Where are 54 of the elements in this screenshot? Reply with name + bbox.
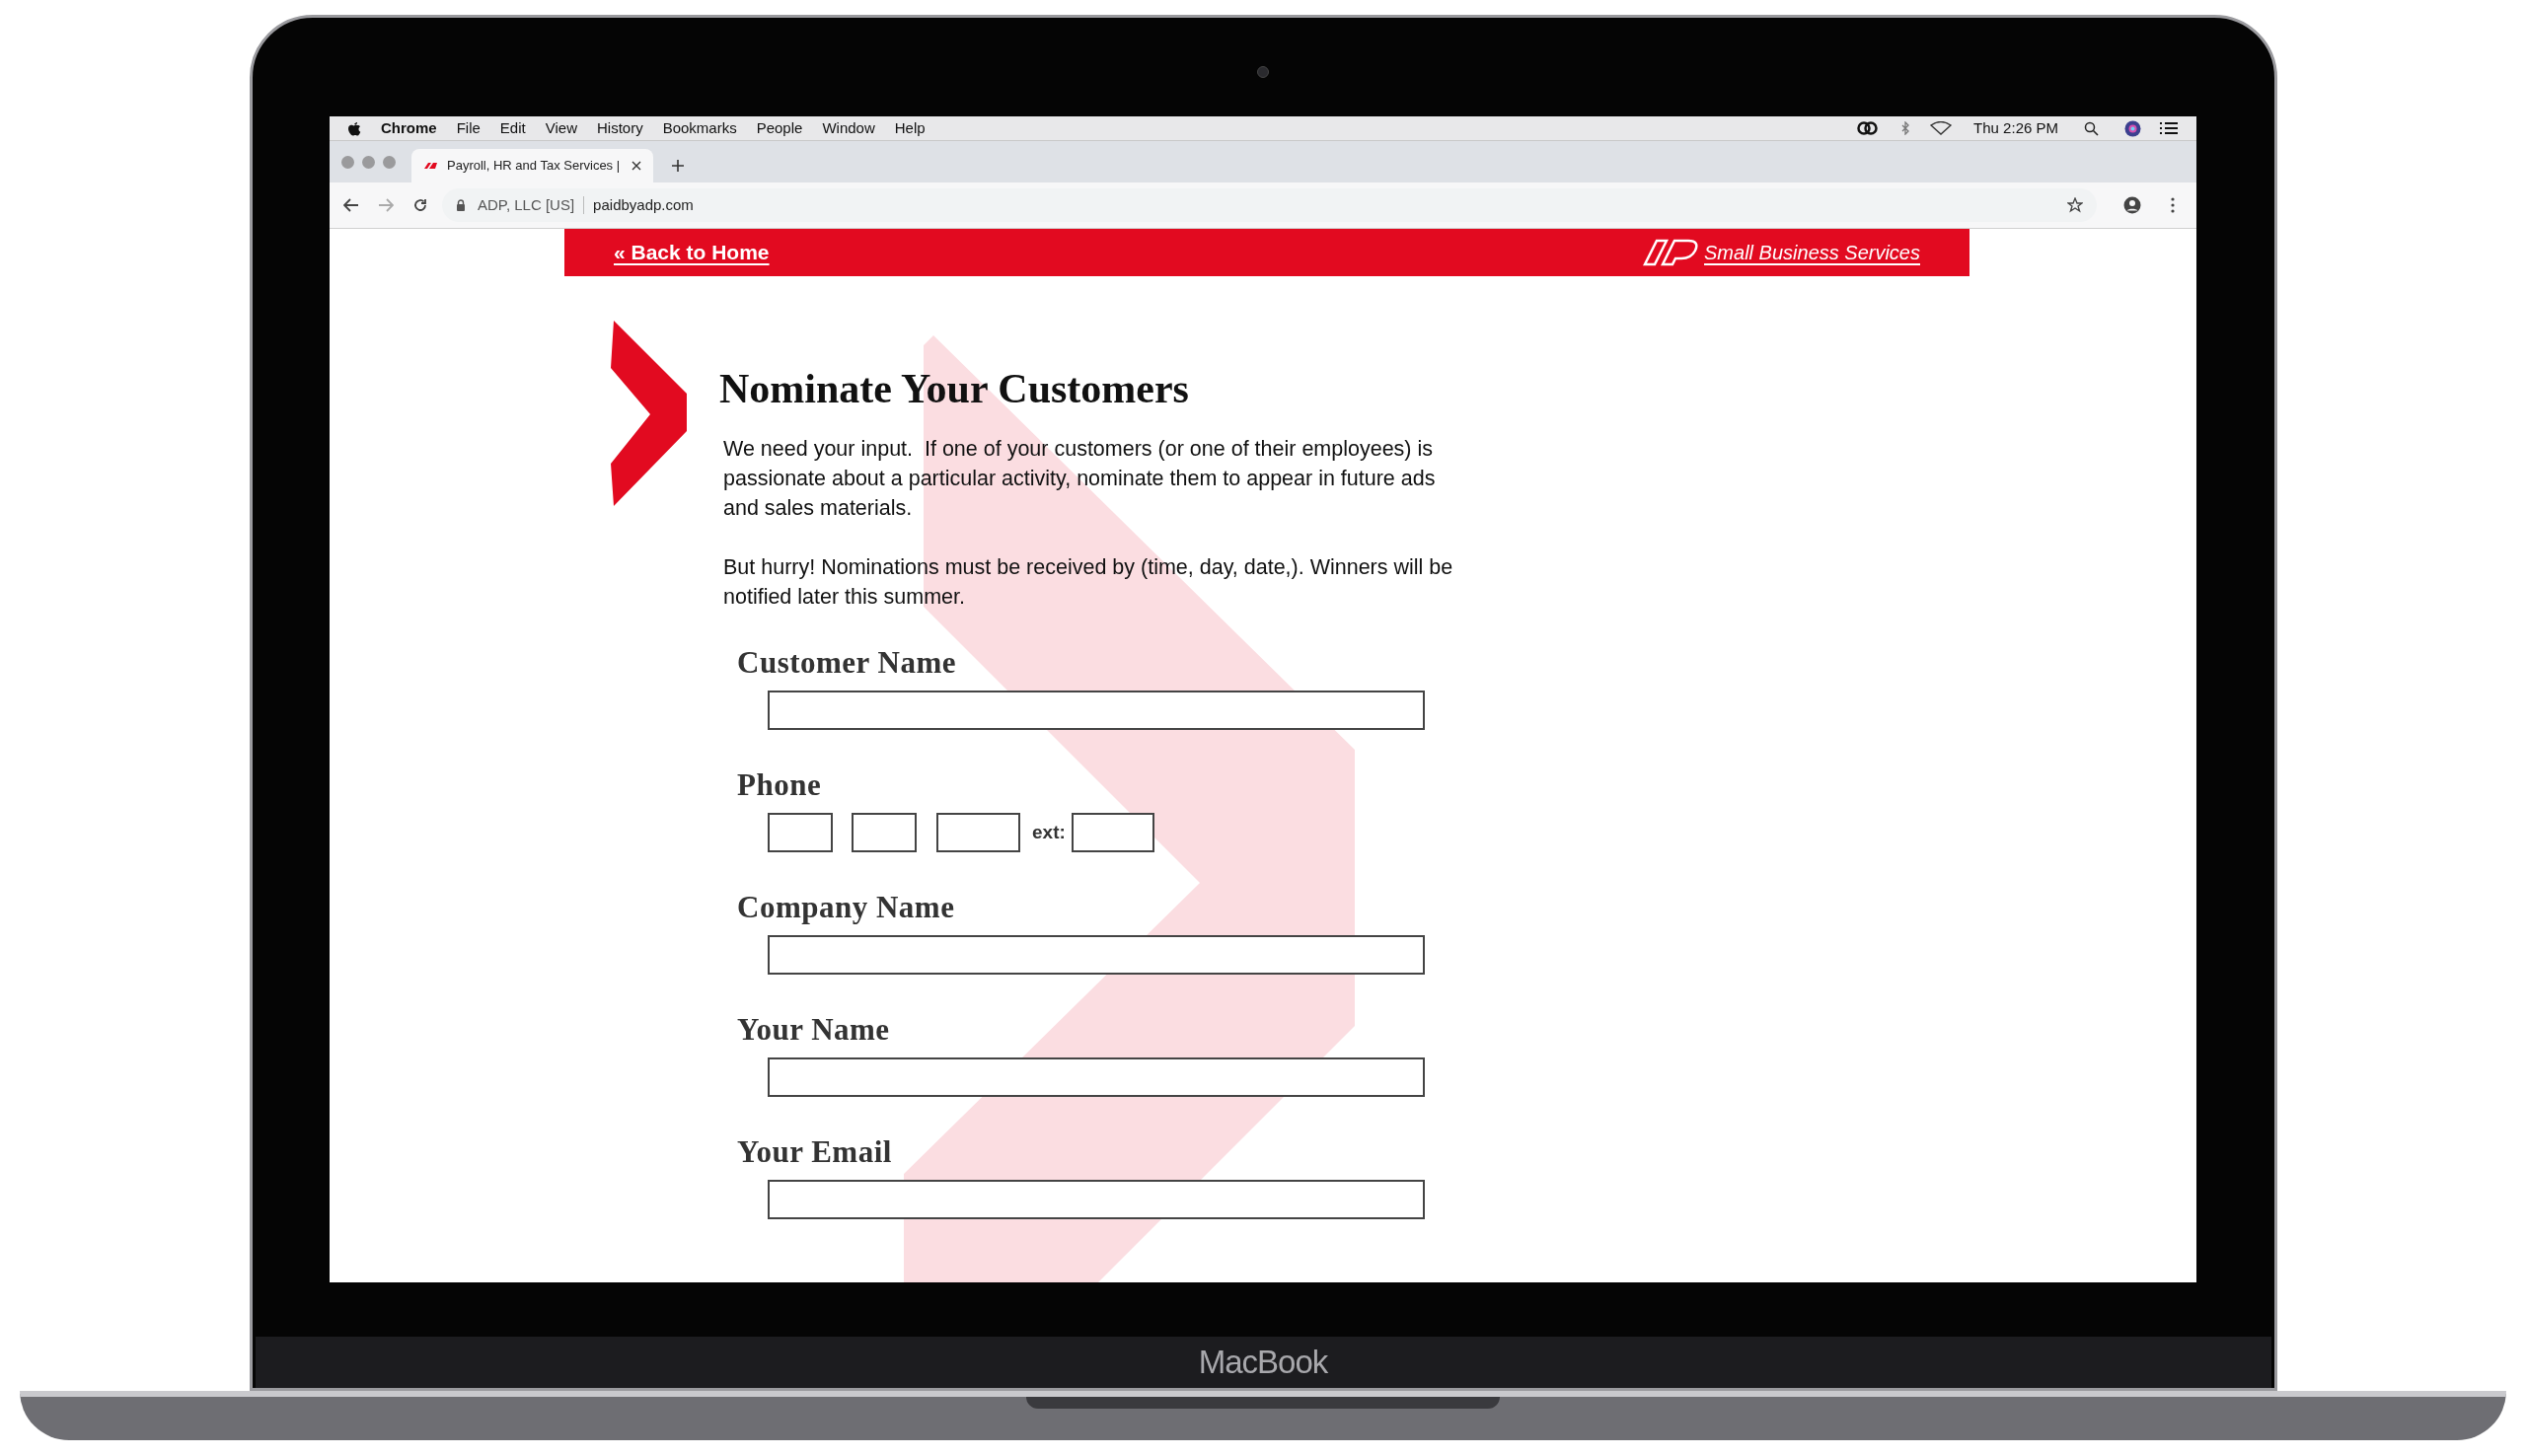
- ext-label: ext:: [1032, 820, 1066, 844]
- text-input-field[interactable]: [768, 1057, 1425, 1097]
- field-label: Phone: [737, 767, 822, 803]
- phone-prefix-field[interactable]: [852, 813, 917, 852]
- new-tab-icon[interactable]: [671, 159, 685, 173]
- device-label: MacBook: [1198, 1343, 1328, 1383]
- menu-item[interactable]: Help: [894, 116, 926, 140]
- cloud-icon[interactable]: [1857, 121, 1880, 135]
- text-input-field[interactable]: [768, 691, 1425, 730]
- menu-item[interactable]: History: [596, 116, 643, 140]
- bluetooth-icon[interactable]: [1900, 121, 1911, 135]
- wifi-icon[interactable]: [1930, 121, 1953, 135]
- menu-item[interactable]: Edit: [499, 116, 526, 140]
- field-label: Your Name: [737, 1012, 890, 1048]
- adp-logo-icon: [423, 162, 439, 170]
- text-input-field[interactable]: [768, 935, 1425, 975]
- extension-field[interactable]: [1071, 813, 1154, 852]
- apple-icon[interactable]: [347, 120, 361, 136]
- menu-clock[interactable]: Thu 2:26 PM: [1973, 116, 2058, 140]
- back-to-home-link[interactable]: « Back to Home: [614, 237, 770, 268]
- menu-item[interactable]: Bookmarks: [662, 116, 737, 140]
- account-icon[interactable]: [2123, 196, 2141, 214]
- phone-line-field[interactable]: [936, 813, 1020, 852]
- lock-icon: [456, 199, 466, 211]
- text-input-field[interactable]: [768, 1180, 1425, 1219]
- menu-item[interactable]: File: [456, 116, 481, 140]
- browser-tab[interactable]: Payroll, HR and Tax Services |: [411, 149, 653, 182]
- menu-item[interactable]: People: [756, 116, 803, 140]
- site-identity: ADP, LLC [US]: [478, 194, 575, 215]
- menu-icon[interactable]: [2171, 197, 2175, 213]
- intro-paragraph: We need your input. If one of your customers (or one of their employees) is passionate about a particular activity, nominate them to appear in future ads and sales materials.: [723, 436, 1437, 522]
- menu-item[interactable]: View: [545, 116, 577, 140]
- camera-icon: [1257, 66, 1269, 78]
- menu-app-name[interactable]: Chrome: [381, 116, 437, 140]
- assistant-icon[interactable]: [2124, 119, 2141, 137]
- adp-logo-icon: [1643, 239, 1701, 266]
- star-icon[interactable]: [2067, 197, 2083, 213]
- reload-icon[interactable]: [412, 197, 428, 213]
- close-tab-icon[interactable]: [632, 161, 641, 171]
- page-title: Nominate Your Customers: [719, 365, 1190, 412]
- back-icon[interactable]: [343, 198, 359, 212]
- tab-title: Payroll, HR and Tax Services |: [447, 157, 621, 176]
- chevron-icon: [611, 321, 688, 506]
- url-text: paidbyadp.com: [593, 194, 694, 215]
- field-label: Customer Name: [737, 645, 957, 681]
- brand-name: Small Business Services: [1704, 241, 1920, 265]
- menu-item[interactable]: Window: [822, 116, 875, 140]
- area-code-field[interactable]: [768, 813, 833, 852]
- list-icon[interactable]: [2159, 121, 2179, 135]
- field-label: Company Name: [737, 890, 955, 925]
- address-field[interactable]: ADP, LLC [US] paidbyadp.com: [442, 188, 2097, 222]
- intro-paragraph: But hurry! Nominations must be received by (time, day, date,). Winners will be notified later this summer.: [723, 554, 1453, 611]
- search-icon[interactable]: [2084, 120, 2099, 136]
- field-label: Your Email: [737, 1134, 892, 1170]
